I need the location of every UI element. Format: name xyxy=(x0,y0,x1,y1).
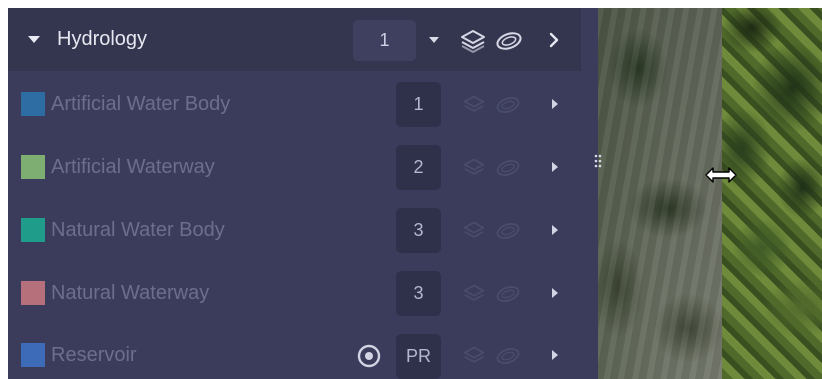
chevron-right-icon[interactable] xyxy=(550,224,560,236)
layer-order-field[interactable]: 2 xyxy=(396,145,441,190)
layer-order-field[interactable]: PR xyxy=(396,334,441,379)
group-title: Hydrology xyxy=(57,28,148,50)
chevron-right-icon[interactable] xyxy=(550,287,560,299)
layer-row-artificial-water-body[interactable]: Artificial Water Body 1 xyxy=(8,71,581,134)
layer-row-artificial-waterway[interactable]: Artificial Waterway 2 xyxy=(8,134,581,197)
layer-color-swatch xyxy=(21,281,45,305)
polygon-outline-icon[interactable] xyxy=(494,221,522,241)
polygon-outline-icon[interactable] xyxy=(494,158,522,178)
polygon-outline-icon[interactable] xyxy=(494,346,522,366)
layer-row-reservoir[interactable]: Reservoir PR xyxy=(8,323,581,379)
layers-icon[interactable] xyxy=(461,345,487,367)
chevron-right-icon[interactable] xyxy=(550,161,560,173)
layer-panel: Hydrology 1 Artificial Water Body 1 Arti… xyxy=(8,8,598,379)
layer-color-swatch xyxy=(21,218,45,242)
layer-color-swatch xyxy=(21,92,45,116)
map-view[interactable] xyxy=(598,8,822,379)
satellite-imagery-right xyxy=(722,8,822,379)
layer-label: Natural Waterway xyxy=(51,282,210,304)
layers-icon[interactable] xyxy=(461,220,487,242)
layers-icon[interactable] xyxy=(461,157,487,179)
caret-down-icon[interactable] xyxy=(429,37,439,43)
layer-color-swatch xyxy=(21,343,45,367)
polygon-outline-icon[interactable] xyxy=(494,30,524,52)
group-header-hydrology[interactable]: Hydrology 1 xyxy=(8,8,581,71)
layer-label: Natural Water Body xyxy=(51,219,225,241)
target-icon[interactable] xyxy=(357,344,381,368)
polygon-outline-icon[interactable] xyxy=(494,284,522,304)
resize-horizontal-icon xyxy=(705,167,737,183)
polygon-outline-icon[interactable] xyxy=(494,95,522,115)
satellite-imagery-left xyxy=(598,8,722,379)
caret-down-icon[interactable] xyxy=(28,36,40,43)
layer-order-field[interactable]: 3 xyxy=(396,208,441,253)
layers-icon[interactable] xyxy=(461,283,487,305)
layer-label: Artificial Water Body xyxy=(51,93,231,115)
layers-icon[interactable] xyxy=(461,94,487,116)
layers-icon[interactable] xyxy=(459,28,487,54)
chevron-right-icon[interactable] xyxy=(548,32,560,48)
layer-color-swatch xyxy=(21,155,45,179)
layer-row-natural-water-body[interactable]: Natural Water Body 3 xyxy=(8,197,581,260)
group-order-field[interactable]: 1 xyxy=(353,20,416,61)
grip-dots-icon[interactable] xyxy=(594,154,602,168)
chevron-right-icon[interactable] xyxy=(550,98,560,110)
chevron-right-icon[interactable] xyxy=(550,349,560,361)
layer-row-natural-waterway[interactable]: Natural Waterway 3 xyxy=(8,260,581,323)
layer-order-field[interactable]: 3 xyxy=(396,271,441,316)
layer-label: Artificial Waterway xyxy=(51,156,215,178)
layer-order-field[interactable]: 1 xyxy=(396,82,441,127)
layer-label: Reservoir xyxy=(51,344,137,366)
